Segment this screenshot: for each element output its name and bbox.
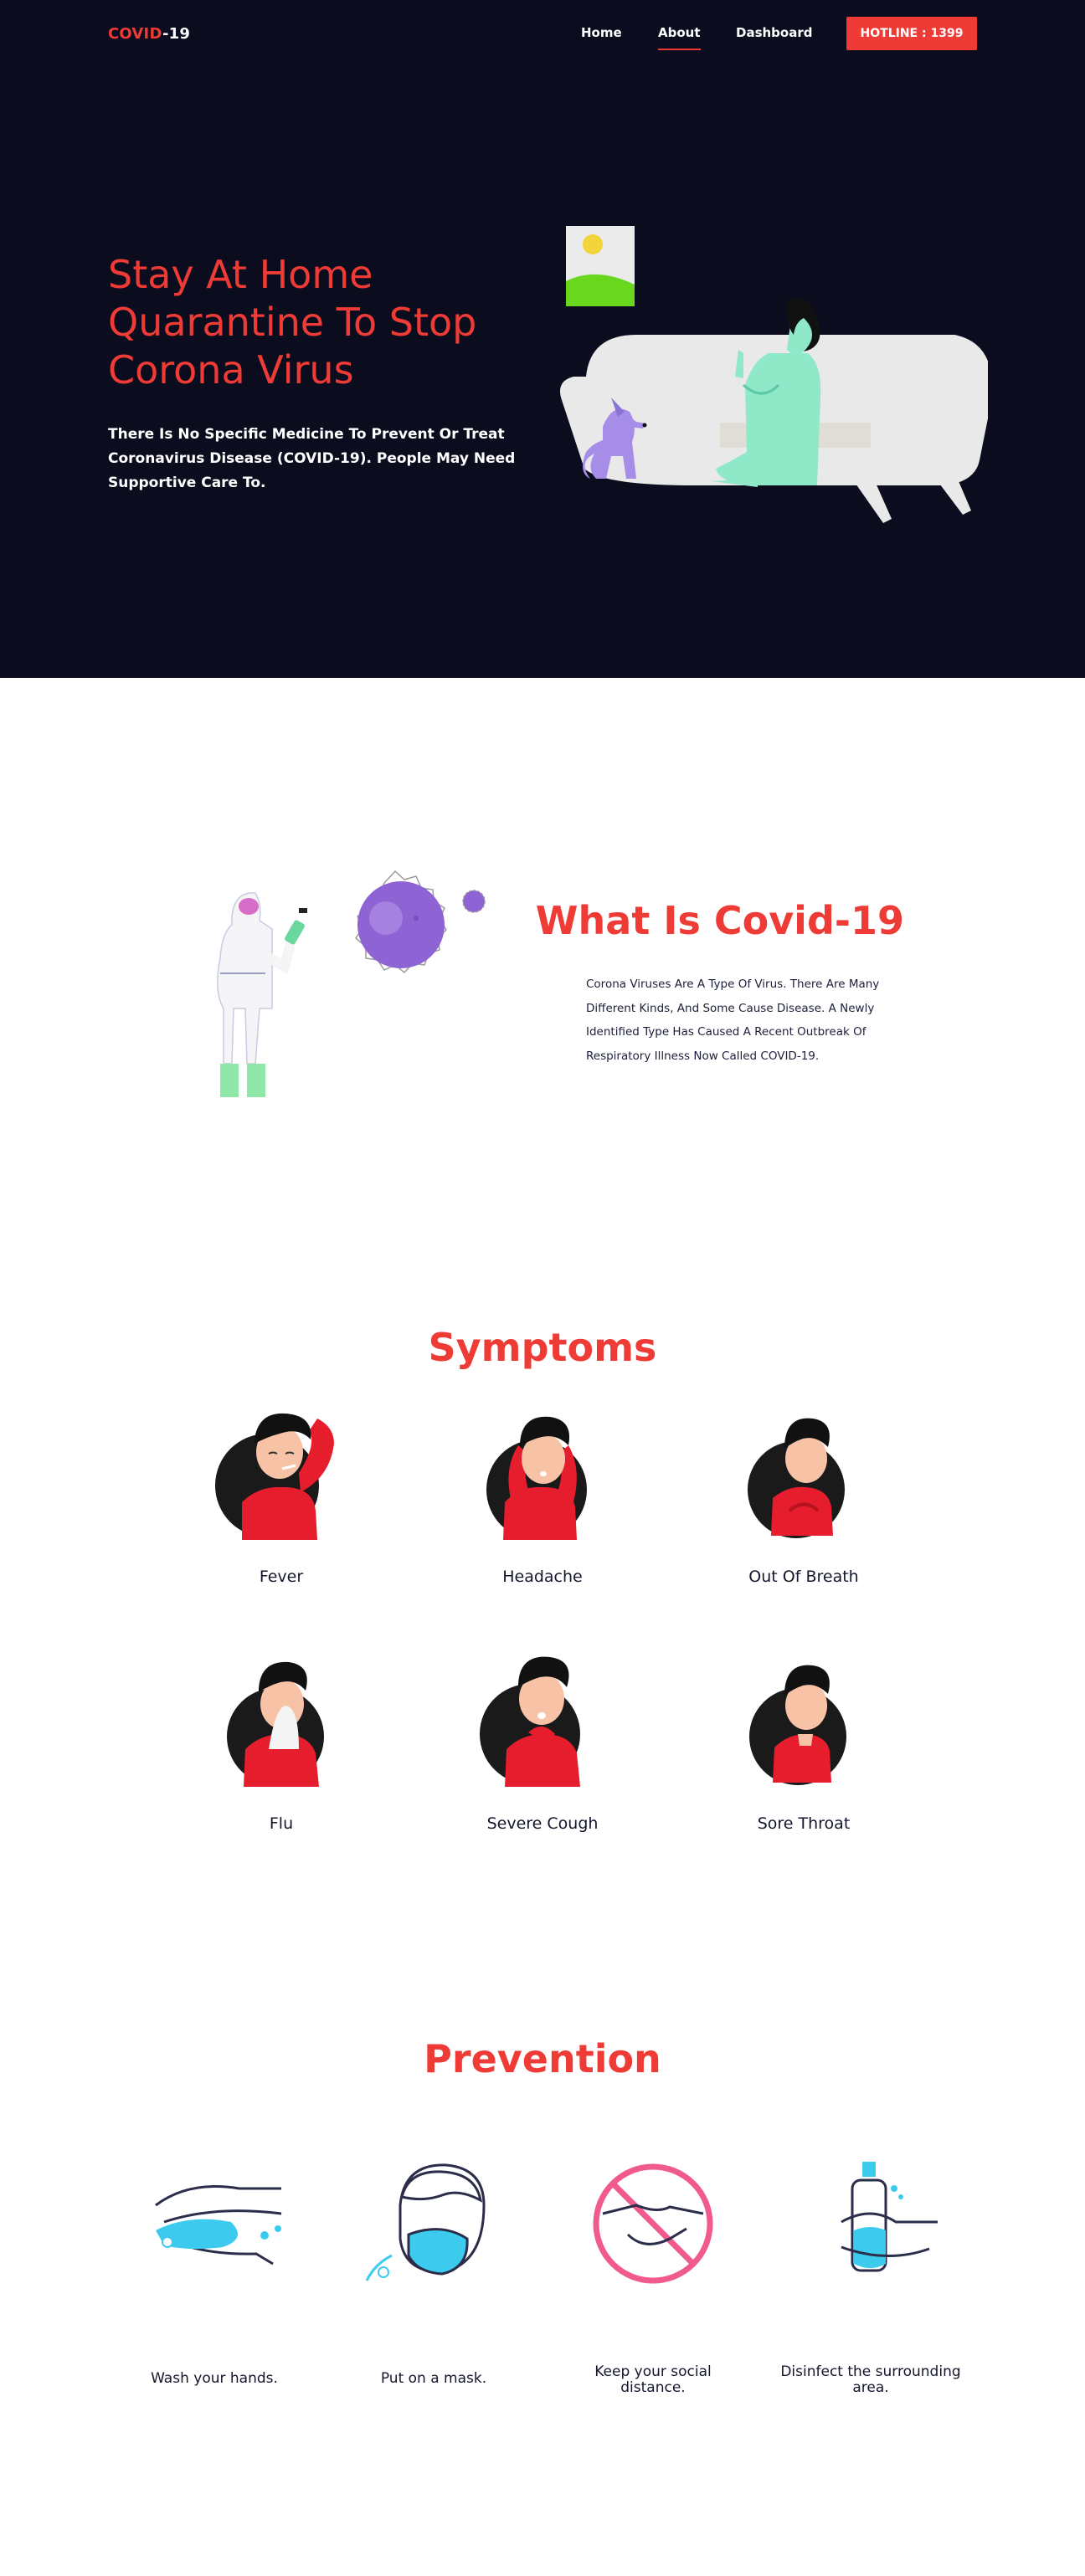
prevention-label: Put on a mask.	[380, 2370, 487, 2387]
symptom-label: Out Of Breath	[748, 1568, 859, 1586]
symptom-card-sore-throat: Sore Throat	[695, 1640, 913, 1833]
headache-person-icon	[486, 1416, 587, 1540]
wash-hands-icon	[155, 2185, 282, 2266]
nav-link-dashboard[interactable]: Dashboard	[736, 25, 812, 40]
prevention-card-mask: Put on a mask.	[342, 2155, 526, 2387]
site-logo[interactable]: COVID-19	[108, 25, 190, 43]
sanitizer-icon	[841, 2162, 938, 2272]
prevention-label: Disinfect the surrounding area.	[780, 2363, 961, 2396]
prevention-label: Keep your social distance.	[594, 2363, 712, 2396]
symptom-label: Severe Cough	[486, 1814, 599, 1833]
what-is-title: What Is Covid-19	[535, 898, 904, 943]
symptom-label: Fever	[259, 1568, 304, 1586]
symptom-card-flu: Flu	[172, 1640, 390, 1833]
prevention-label: Wash your hands.	[151, 2370, 278, 2387]
prevention-card-disinfect: Disinfect the surrounding area.	[779, 2155, 963, 2396]
woman-dog-couch-illustration	[560, 226, 988, 523]
nav-link-about[interactable]: About	[658, 25, 701, 50]
nav-link-home[interactable]: Home	[581, 25, 622, 40]
no-handshake-icon	[593, 2163, 713, 2284]
what-is-description: Corona Viruses Are A Type Of Virus. Ther…	[586, 978, 880, 1063]
prevention-card-wash-hands: Wash your hands.	[122, 2155, 306, 2387]
symptom-card-severe-cough: Severe Cough	[434, 1640, 651, 1833]
symptom-label: Headache	[502, 1568, 583, 1586]
hero-section: COVID-19 Home About Dashboard HOTLINE : …	[0, 0, 1085, 678]
throat-person-icon	[748, 1665, 846, 1785]
hotline-button[interactable]: HOTLINE : 1399	[846, 17, 977, 50]
symptom-label: Sore Throat	[757, 1814, 851, 1833]
doctor-virus-illustration	[217, 870, 486, 1097]
breath-person-icon	[747, 1418, 845, 1538]
symptom-card-fever: Fever	[172, 1393, 390, 1586]
prevention-title: Prevention	[424, 2036, 661, 2081]
symptom-card-out-of-breath: Out Of Breath	[695, 1393, 913, 1586]
fever-person-icon	[214, 1413, 334, 1540]
hero-title: Stay At Home Quarantine To Stop Corona V…	[108, 252, 477, 393]
prevention-card-social-distance: Keep your social distance.	[561, 2155, 745, 2396]
logo-accent-text: COVID	[108, 25, 162, 43]
symptoms-title: Symptoms	[428, 1325, 657, 1370]
flu-person-icon	[226, 1661, 324, 1787]
symptom-label: Flu	[269, 1814, 294, 1833]
logo-rest-text: -19	[162, 25, 191, 43]
symptom-card-headache: Headache	[434, 1393, 651, 1586]
mask-icon	[365, 2163, 486, 2281]
cough-person-icon	[479, 1656, 580, 1787]
hero-subtitle: There Is No Specific Medicine To Prevent…	[108, 426, 516, 491]
